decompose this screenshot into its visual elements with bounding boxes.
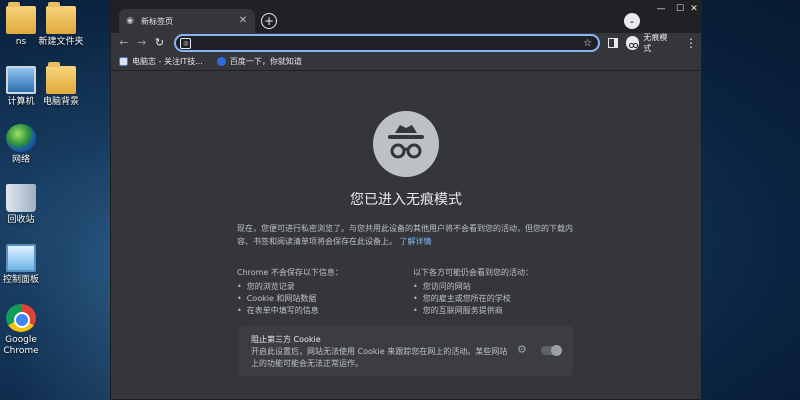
not-saved-column: Chrome 不会保存以下信息： 您的浏览记录 Cookie 和网站数据 在表单… — [237, 267, 387, 317]
new-tab-button[interactable]: + — [261, 13, 277, 29]
desktop-icon-label: 网络 — [11, 155, 30, 165]
address-bar[interactable]: ◎ ☆ — [174, 34, 600, 52]
list-item: 您的浏览记录 — [237, 281, 387, 293]
folder-icon — [46, 62, 76, 94]
desktop-icon-control-panel[interactable]: 控制面板 — [0, 244, 48, 286]
forward-button[interactable]: → — [133, 34, 151, 52]
list-item: Cookie 和网站数据 — [237, 293, 387, 305]
gear-icon: ⚙ — [517, 343, 527, 356]
desktop-icon-wallpaper-folder[interactable]: 电脑背景 — [34, 62, 88, 108]
chrome-window: ◉ 新标签页 ✕ + ⌄ — ☐ ✕ ← → ↻ ◎ ☆ 无痕模式 ⋮ 电脑志 … — [110, 0, 702, 400]
folder-icon — [6, 2, 36, 34]
reload-button[interactable]: ↻ — [151, 34, 169, 52]
learn-more-link[interactable]: 了解详情 — [400, 237, 432, 246]
bookmark-item[interactable]: 电脑志 - 关注IT技... — [119, 56, 203, 67]
toolbar: ← → ↻ ◎ ☆ 无痕模式 ⋮ — [111, 33, 701, 53]
desktop-icon-label: Google Chrome — [3, 335, 39, 356]
desktop-icon-network[interactable]: 网络 — [0, 124, 48, 166]
list-item: 您的雇主或您所在的学校 — [413, 293, 583, 305]
side-panel-icon[interactable] — [607, 38, 618, 48]
cookie-card-text: 开启此设置后，网站无法使用 Cookie 来跟踪您在网上的活动。某些网站上的功能… — [251, 347, 508, 368]
bookmark-star-icon[interactable]: ☆ — [582, 38, 594, 49]
site-info-icon[interactable]: ◎ — [180, 37, 192, 49]
back-button[interactable]: ← — [115, 34, 133, 52]
control-panel-icon — [6, 244, 36, 272]
bookmark-label: 电脑志 - 关注IT技... — [132, 57, 203, 66]
network-globe-icon — [6, 124, 36, 152]
list-item: 您访问的网站 — [413, 281, 583, 293]
desktop-icon-label: 电脑背景 — [42, 97, 79, 107]
desktop-icon-new-folder[interactable]: 新建文件夹 — [34, 2, 88, 48]
tab-title: 新标签页 — [141, 16, 173, 26]
desktop-icon-recycle-bin[interactable]: 回收站 — [0, 184, 48, 226]
incognito-icon — [373, 111, 439, 177]
desktop-icon-chrome[interactable]: Google Chrome — [0, 304, 48, 357]
bookmarks-bar: 电脑志 - 关注IT技... 百度一下，你就知道 — [111, 53, 701, 71]
recycle-bin-icon — [6, 184, 36, 212]
menu-dots-icon[interactable]: ⋮ — [685, 36, 697, 50]
desktop-icon-label: 新建文件夹 — [38, 37, 84, 47]
block-cookies-toggle[interactable] — [541, 345, 562, 356]
desktop-icon-label: 控制面板 — [2, 275, 39, 285]
incognito-profile-button[interactable]: 无痕模式 — [625, 32, 675, 54]
desktop-icon-label: 回收站 — [7, 215, 35, 225]
close-tab-icon[interactable]: ✕ — [237, 15, 249, 27]
chrome-icon — [6, 304, 36, 332]
bookmark-item[interactable]: 百度一下，你就知道 — [216, 56, 302, 67]
cookie-card-title: 阻止第三方 Cookie — [251, 335, 321, 344]
incognito-avatar-icon — [625, 36, 640, 50]
not-saved-title: Chrome 不会保存以下信息： — [237, 268, 343, 277]
incognito-icon: ◉ — [126, 16, 134, 26]
title-bar: ◉ 新标签页 ✕ + ⌄ — ☐ ✕ — [111, 1, 701, 33]
tab-search-button[interactable]: ⌄ — [624, 13, 640, 29]
third-party-cookie-card: 阻止第三方 Cookie 开启此设置后，网站无法使用 Cookie 来跟踪您在网… — [239, 326, 573, 376]
close-window-button[interactable]: ✕ — [685, 1, 703, 19]
may-see-title: 以下各方可能仍会看到您的活动： — [413, 268, 533, 277]
list-item: 您的互联网服务提供商 — [413, 305, 583, 317]
address-input[interactable] — [195, 38, 582, 48]
tab-new-tab[interactable]: ◉ 新标签页 ✕ — [119, 9, 255, 33]
list-item: 在表单中填写的信息 — [237, 305, 387, 317]
intro-text: 现在，您便可进行私密浏览了。与您共用此设备的其他用户将不会看到您的活动，但您的下… — [237, 222, 577, 248]
folder-icon — [46, 2, 76, 34]
bookmark-label: 百度一下，你就知道 — [229, 57, 302, 66]
incognito-page: 您已进入无痕模式 现在，您便可进行私密浏览了。与您共用此设备的其他用户将不会看到… — [111, 71, 701, 400]
may-see-column: 以下各方可能仍会看到您的活动： 您访问的网站 您的雇主或您所在的学校 您的互联网… — [413, 267, 583, 317]
profile-label: 无痕模式 — [643, 33, 668, 53]
bookmark-favicon-icon — [119, 57, 128, 66]
baidu-favicon-icon — [216, 57, 226, 66]
page-title: 您已进入无痕模式 — [350, 192, 462, 208]
computer-icon — [6, 66, 36, 94]
